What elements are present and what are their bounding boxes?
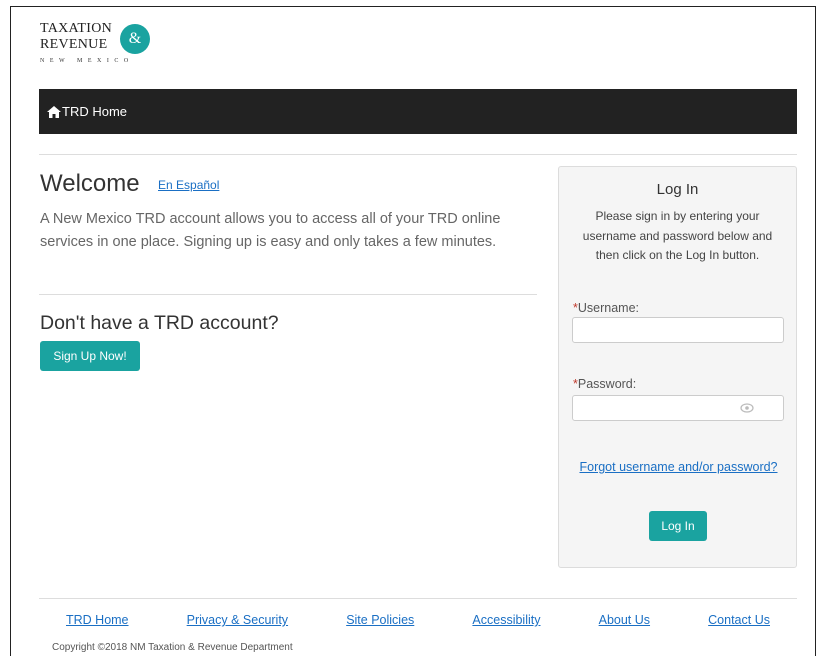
- copyright-text: Copyright ©2018 NM Taxation & Revenue De…: [52, 642, 293, 653]
- logo-revenue-text: REVENUE: [40, 37, 108, 52]
- home-icon: [47, 105, 61, 118]
- log-in-button[interactable]: Log In: [649, 511, 707, 541]
- show-password-eye-icon[interactable]: [740, 403, 754, 413]
- footer-link-about-us[interactable]: About Us: [599, 613, 650, 627]
- password-label-text: Password:: [577, 377, 637, 391]
- footer-link-trd-home[interactable]: TRD Home: [66, 613, 129, 627]
- divider: [39, 598, 797, 599]
- divider: [39, 154, 797, 155]
- no-account-heading: Don't have a TRD account?: [40, 312, 279, 334]
- forgot-credentials-link[interactable]: Forgot username and/or password?: [573, 459, 784, 476]
- password-label: *Password:: [573, 377, 636, 391]
- top-navbar: TRD Home: [39, 89, 797, 134]
- username-input[interactable]: [572, 317, 784, 343]
- username-label: *Username:: [573, 301, 639, 315]
- login-instructions: Please sign in by entering your username…: [582, 209, 773, 262]
- welcome-heading: Welcome: [40, 170, 140, 197]
- intro-text: A New Mexico TRD account allows you to a…: [40, 211, 501, 250]
- username-label-text: Username:: [577, 301, 640, 315]
- nav-home-link[interactable]: TRD Home: [47, 104, 127, 119]
- sign-up-button[interactable]: Sign Up Now!: [40, 341, 140, 371]
- logo-new-mexico-text: NEW MEXICO: [40, 58, 134, 64]
- footer-links: TRD Home Privacy & Security Site Policie…: [40, 613, 796, 627]
- logo-ampersand-badge: &: [120, 24, 150, 54]
- login-heading: Log In: [656, 181, 699, 198]
- footer-link-accessibility[interactable]: Accessibility: [472, 613, 540, 627]
- divider: [39, 294, 537, 295]
- footer-link-privacy-security[interactable]: Privacy & Security: [187, 613, 288, 627]
- footer-link-site-policies[interactable]: Site Policies: [346, 613, 414, 627]
- footer-link-contact-us[interactable]: Contact Us: [708, 613, 770, 627]
- logo-taxation-text: TAXATION: [40, 21, 113, 36]
- nav-home-label: TRD Home: [62, 104, 128, 119]
- login-panel: Log In Please sign in by entering your u…: [558, 166, 797, 568]
- spanish-language-link[interactable]: En Español: [158, 178, 219, 192]
